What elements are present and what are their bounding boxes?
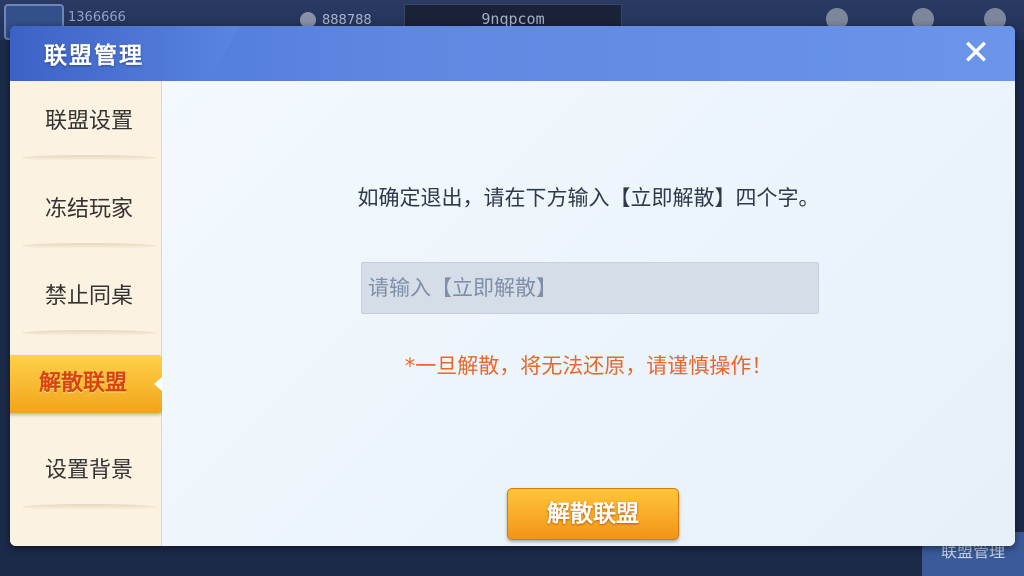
warning-text: *一旦解散，将无法还原，请谨慎操作！: [404, 354, 773, 378]
close-icon[interactable]: ✕: [959, 36, 993, 70]
dissolve-alliance-button[interactable]: 解散联盟: [507, 488, 679, 540]
sidebar-item-alliance-settings[interactable]: 联盟设置: [18, 89, 160, 161]
sidebar-item-label: 冻结玩家: [44, 197, 133, 222]
dialog-title: 联盟管理: [44, 43, 144, 69]
sidebar-divider: [22, 155, 156, 161]
sidebar-divider: [22, 243, 156, 249]
active-arrow-icon: [154, 377, 162, 391]
sidebar-item-label: 禁止同桌: [44, 284, 133, 309]
dialog-header: 联盟管理 ✕: [10, 26, 1015, 81]
main-content: 如确定退出，请在下方输入【立即解散】四个字。 *一旦解散，将无法还原，请谨慎操作…: [162, 81, 1015, 546]
sidebar-item-freeze-player[interactable]: 冻结玩家: [18, 177, 160, 249]
sidebar-item-dissolve-alliance[interactable]: 解散联盟: [10, 355, 164, 413]
sidebar-item-label: 解散联盟: [38, 371, 127, 396]
confirm-text-input[interactable]: [361, 262, 819, 314]
sidebar-item-set-background[interactable]: 设置背景: [18, 438, 160, 510]
sidebar-item-label: 联盟设置: [44, 109, 133, 134]
alliance-management-dialog: 联盟管理 ✕ 联盟设置 冻结玩家 禁止同桌 解散联盟 设置背景 如确定退出，请在…: [10, 26, 1015, 546]
background-player-id: 1366666: [68, 10, 126, 25]
sidebar: 联盟设置 冻结玩家 禁止同桌 解散联盟 设置背景: [10, 81, 164, 546]
sidebar-item-label: 设置背景: [44, 458, 133, 483]
sidebar-divider: [22, 330, 156, 336]
sidebar-divider: [22, 504, 156, 510]
instruction-text: 如确定退出，请在下方输入【立即解散】四个字。: [357, 186, 820, 210]
sidebar-item-ban-same-table[interactable]: 禁止同桌: [18, 264, 160, 336]
